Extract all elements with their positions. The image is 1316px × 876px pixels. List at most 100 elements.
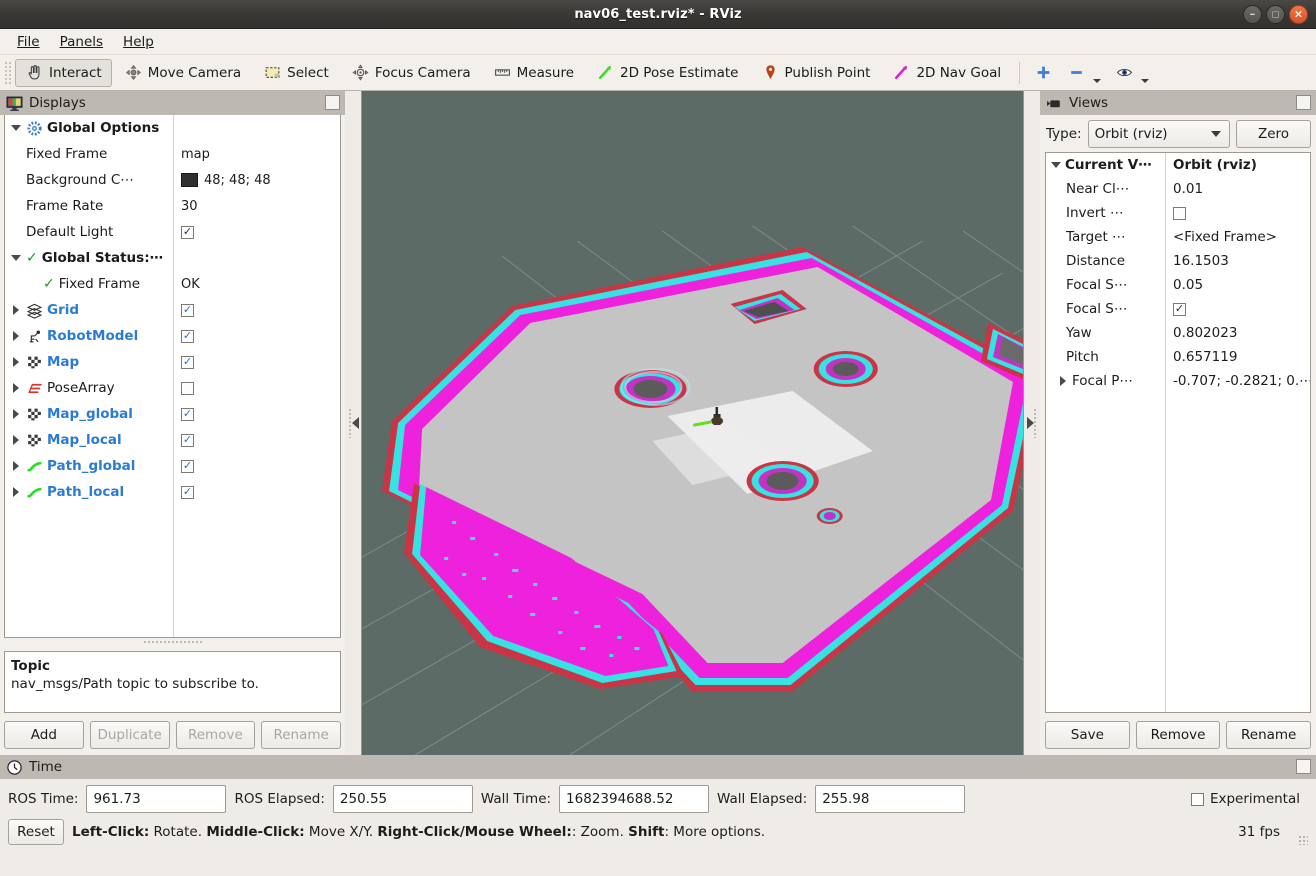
expand-arrow-right-icon[interactable] xyxy=(9,382,22,395)
save-view-button[interactable]: Save xyxy=(1045,721,1130,749)
display-checkbox[interactable] xyxy=(181,355,194,369)
time-float-button[interactable] xyxy=(1296,759,1311,774)
view-property-checkbox[interactable] xyxy=(1173,206,1186,220)
menu-help[interactable]: Help xyxy=(114,31,163,53)
display-checkbox[interactable] xyxy=(181,459,194,473)
plus-icon xyxy=(1034,64,1053,81)
view-type-label: Type: xyxy=(1046,126,1082,142)
view-property-value[interactable]: 0.01 xyxy=(1165,181,1310,197)
window-titlebar: nav06_test.rviz* - RViz – □ × xyxy=(0,0,1316,29)
wall-time-input[interactable]: 1682394688.52 xyxy=(559,785,710,813)
add-display-button[interactable]: Add xyxy=(4,721,84,749)
display-label: Map_global xyxy=(47,406,133,422)
display-checkbox[interactable] xyxy=(181,433,194,447)
displays-float-button[interactable] xyxy=(325,95,340,110)
zero-view-button[interactable]: Zero xyxy=(1236,120,1311,148)
view-row-current-view[interactable]: Current V⋯ Orbit (rviz) xyxy=(1046,153,1310,177)
display-checkbox[interactable] xyxy=(181,407,194,421)
wall-elapsed-input[interactable]: 255.98 xyxy=(815,785,966,813)
view-row-focal-point[interactable]: Focal P⋯ -0.707; -0.2821; 0.⋯ xyxy=(1046,369,1310,393)
display-checkbox[interactable] xyxy=(181,225,194,239)
tool-2d-nav-goal[interactable]: 2D Nav Goal xyxy=(882,59,1011,87)
expand-arrow-right-icon[interactable] xyxy=(9,460,22,473)
display-value[interactable]: map xyxy=(181,147,210,162)
view-property-value[interactable]: <Fixed Frame> xyxy=(1165,229,1310,245)
display-label: Map xyxy=(47,354,80,370)
reset-button[interactable]: Reset xyxy=(8,819,64,845)
tool-focus-camera[interactable]: Focus Camera xyxy=(341,59,481,87)
views-property-tree[interactable]: Current V⋯ Orbit (rviz) Near Cl⋯ 0.01 In… xyxy=(1045,152,1311,713)
render-viewport-3d[interactable] xyxy=(361,91,1024,755)
expand-arrow-down-icon[interactable] xyxy=(1049,159,1062,172)
toolbar-drag-handle[interactable] xyxy=(4,60,12,85)
tool-select[interactable]: Select xyxy=(253,59,339,87)
expand-arrow-down-icon[interactable] xyxy=(9,122,22,135)
green-arrow-icon xyxy=(596,64,615,81)
view-property-value[interactable]: -0.707; -0.2821; 0.⋯ xyxy=(1165,373,1310,389)
menu-panels[interactable]: Panels xyxy=(51,31,112,53)
description-text: nav_msgs/Path topic to subscribe to. xyxy=(11,676,259,693)
tool-publish-point-label: Publish Point xyxy=(784,64,871,81)
ros-elapsed-input[interactable]: 250.55 xyxy=(332,785,473,813)
visibility-button[interactable] xyxy=(1109,59,1155,87)
left-splitter-handle[interactable] xyxy=(345,91,361,755)
description-title: Topic xyxy=(11,658,50,674)
view-row-target-frame[interactable]: Target ⋯ <Fixed Frame> xyxy=(1046,225,1310,249)
tool-2d-pose-estimate[interactable]: 2D Pose Estimate xyxy=(586,59,748,87)
expand-arrow-right-icon[interactable] xyxy=(1056,375,1069,388)
tool-move-camera[interactable]: Move Camera xyxy=(114,59,251,87)
experimental-checkbox[interactable] xyxy=(1190,792,1204,806)
view-row-focal-shape-fixed-size[interactable]: Focal S⋯ xyxy=(1046,297,1310,321)
expand-arrow-right-icon[interactable] xyxy=(9,356,22,369)
view-row-invert-z[interactable]: Invert ⋯ xyxy=(1046,201,1310,225)
display-checkbox[interactable] xyxy=(181,381,194,395)
view-type-combo[interactable]: Orbit (rviz) xyxy=(1087,120,1230,148)
minimize-button[interactable]: – xyxy=(1243,5,1262,24)
view-property-checkbox[interactable] xyxy=(1173,302,1186,316)
expand-arrow-right-icon[interactable] xyxy=(9,408,22,421)
expand-arrow-right-icon[interactable] xyxy=(9,434,22,447)
menu-file[interactable]: File xyxy=(8,31,49,53)
displays-splitter[interactable] xyxy=(142,638,203,645)
chevron-down-icon[interactable] xyxy=(1141,78,1150,83)
views-float-button[interactable] xyxy=(1296,95,1311,110)
chevron-down-icon[interactable] xyxy=(1093,78,1102,83)
collapse-left-arrow-icon[interactable] xyxy=(351,417,359,429)
displays-tree[interactable]: Global Options Fixed Frame map Backgroun… xyxy=(4,115,341,638)
view-property-value[interactable]: 0.05 xyxy=(1165,277,1310,293)
expand-arrow-right-icon[interactable] xyxy=(9,486,22,499)
expand-arrow-right-icon[interactable] xyxy=(9,330,22,343)
remove-view-button[interactable]: Remove xyxy=(1135,721,1221,749)
display-checkbox[interactable] xyxy=(181,485,194,499)
tool-measure-label: Measure xyxy=(516,64,575,81)
expand-arrow-down-icon[interactable] xyxy=(9,252,22,265)
view-property-value[interactable]: 16.1503 xyxy=(1165,253,1310,269)
window-resize-grip[interactable] xyxy=(1298,835,1308,845)
display-value[interactable]: 30 xyxy=(181,199,198,214)
rename-view-button[interactable]: Rename xyxy=(1226,721,1312,749)
display-checkbox[interactable] xyxy=(181,303,194,317)
view-property-value[interactable]: 0.802023 xyxy=(1165,325,1310,341)
close-button[interactable]: × xyxy=(1289,5,1308,24)
view-property-value[interactable]: 0.657119 xyxy=(1165,349,1310,365)
view-row-near-clip[interactable]: Near Cl⋯ 0.01 xyxy=(1046,177,1310,201)
right-splitter-handle[interactable] xyxy=(1024,91,1040,755)
display-checkbox[interactable] xyxy=(181,329,194,343)
expand-arrow-right-icon[interactable] xyxy=(9,304,22,317)
ros-time-input[interactable]: 961.73 xyxy=(86,785,227,813)
experimental-toggle[interactable]: Experimental xyxy=(1190,791,1308,807)
maximize-button[interactable]: □ xyxy=(1266,5,1285,24)
display-value[interactable]: 48; 48; 48 xyxy=(204,173,271,188)
add-tool-button[interactable] xyxy=(1028,59,1059,87)
tool-interact[interactable]: Interact xyxy=(15,58,112,87)
view-row-focal-shape-size[interactable]: Focal S⋯ 0.05 xyxy=(1046,273,1310,297)
close-icon: × xyxy=(1293,7,1304,21)
view-row-pitch[interactable]: Pitch 0.657119 xyxy=(1046,345,1310,369)
tool-publish-point[interactable]: Publish Point xyxy=(751,59,881,87)
tool-measure[interactable]: Measure xyxy=(483,59,584,87)
display-label: Grid xyxy=(47,302,80,318)
color-swatch[interactable] xyxy=(181,173,198,187)
remove-tool-button[interactable] xyxy=(1061,59,1107,87)
view-row-distance[interactable]: Distance 16.1503 xyxy=(1046,249,1310,273)
view-row-yaw[interactable]: Yaw 0.802023 xyxy=(1046,321,1310,345)
